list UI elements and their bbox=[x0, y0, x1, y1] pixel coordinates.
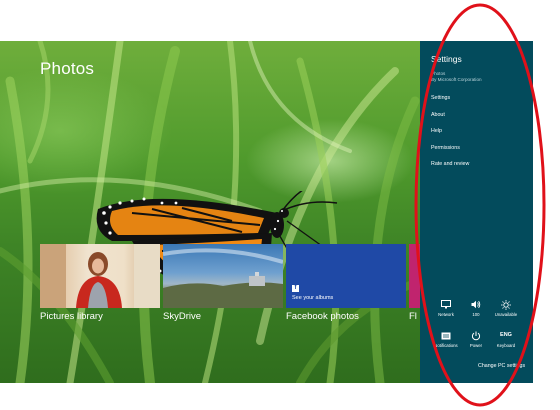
skydrive-label: SkyDrive bbox=[163, 311, 202, 322]
keyboard-button[interactable]: ENG Keyboard bbox=[491, 329, 521, 348]
network-button[interactable]: Network bbox=[431, 298, 461, 317]
notifications-label: Notifications bbox=[434, 343, 458, 348]
skydrive-tile[interactable] bbox=[163, 244, 283, 308]
brightness-icon bbox=[491, 298, 521, 310]
pictures-library-label: Pictures library bbox=[40, 311, 103, 322]
change-pc-settings-link[interactable]: Change PC settings bbox=[478, 363, 525, 369]
power-icon bbox=[461, 329, 491, 341]
keyboard-label: Keyboard bbox=[496, 343, 516, 348]
volume-label: 100 bbox=[472, 312, 480, 317]
volume-icon bbox=[461, 298, 491, 310]
power-label: Power bbox=[469, 343, 483, 348]
flickr-label: Fl bbox=[409, 311, 417, 322]
pictures-library-tile[interactable] bbox=[40, 244, 160, 308]
facebook-tile-caption: See your albums bbox=[292, 295, 334, 301]
facebook-photos-label: Facebook photos bbox=[286, 311, 359, 322]
charm-publisher: By Microsoft Corporation bbox=[431, 77, 482, 82]
flickr-tile[interactable] bbox=[409, 244, 420, 308]
app-title: Photos bbox=[40, 59, 95, 78]
landscape-photo-thumbnail bbox=[163, 248, 283, 308]
charm-item-about[interactable]: About bbox=[431, 112, 445, 118]
facebook-photos-tile[interactable]: f See your albums bbox=[286, 244, 406, 308]
volume-button[interactable]: 100 bbox=[461, 298, 491, 317]
photos-app: Photos Pictures library SkyDrive f See y… bbox=[0, 41, 420, 383]
charm-item-help[interactable]: Help bbox=[431, 128, 442, 134]
power-button[interactable]: Power bbox=[461, 329, 491, 348]
network-label: Network bbox=[438, 312, 454, 317]
settings-charm-panel: Settings Photos By Microsoft Corporation… bbox=[420, 41, 533, 383]
charm-title: Settings bbox=[431, 54, 462, 64]
brightness-button[interactable]: Unavailable bbox=[491, 298, 521, 317]
charm-app-name: Photos bbox=[431, 71, 446, 76]
notifications-button[interactable]: Notifications bbox=[431, 329, 461, 348]
monitor-icon bbox=[431, 298, 461, 310]
keyboard-icon: ENG bbox=[500, 332, 512, 338]
charm-item-permissions[interactable]: Permissions bbox=[431, 145, 460, 151]
person-photo-thumbnail bbox=[40, 244, 160, 308]
charm-item-rate-and-review[interactable]: Rate and review bbox=[431, 161, 469, 167]
brightness-label: Unavailable bbox=[494, 312, 518, 317]
facebook-icon: f bbox=[292, 285, 299, 292]
notifications-icon bbox=[431, 329, 461, 341]
charm-item-settings[interactable]: Settings bbox=[431, 95, 450, 101]
